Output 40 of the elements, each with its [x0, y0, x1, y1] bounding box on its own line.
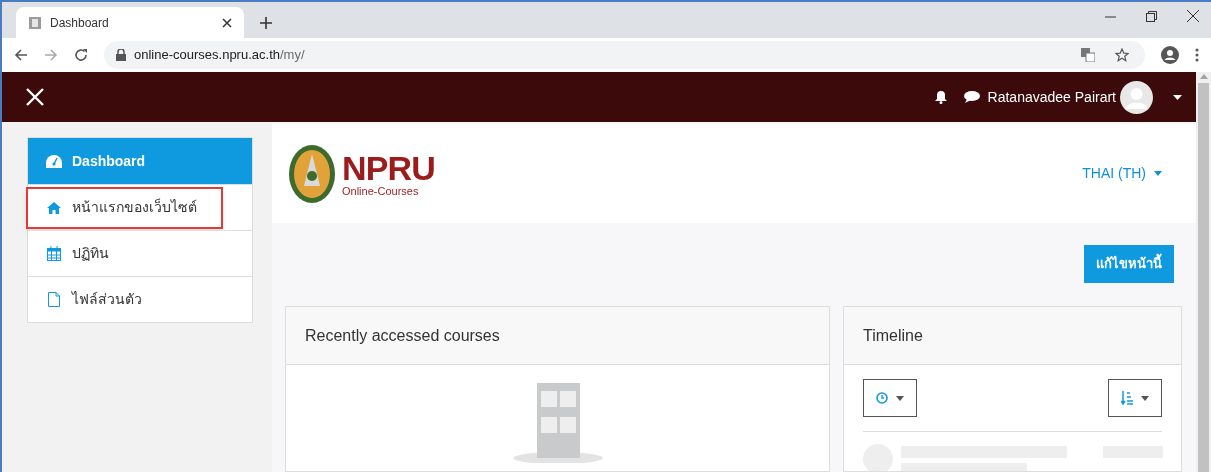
sidebar-item[interactable]: หน้าแรกของเว็บไซต์	[28, 184, 252, 230]
page-icon	[28, 15, 42, 30]
date-filter-dropdown[interactable]	[863, 379, 917, 417]
avatar-icon[interactable]	[1120, 80, 1153, 114]
back-arrow-icon[interactable]	[14, 48, 28, 62]
reload-icon[interactable]	[74, 48, 88, 62]
sort-dropdown[interactable]	[1108, 379, 1162, 417]
caret-icon	[1154, 171, 1162, 176]
caret-icon[interactable]	[1173, 94, 1182, 100]
profile-icon[interactable]	[1161, 46, 1179, 64]
logo-subtitle: Online-Courses	[342, 185, 420, 197]
address-bar[interactable]: online-courses.npru.ac.th/my/	[104, 41, 1145, 69]
user-name[interactable]: Ratanavadee Pairart	[987, 86, 1116, 108]
file-icon	[48, 292, 60, 307]
caret-icon	[1141, 395, 1149, 401]
close-icon[interactable]	[1187, 10, 1199, 22]
menu-icon[interactable]	[1195, 48, 1199, 62]
close-icon[interactable]	[222, 17, 232, 28]
gauge-icon	[46, 154, 62, 168]
new-tab-icon[interactable]	[260, 17, 272, 29]
scrollbar[interactable]	[1196, 72, 1211, 472]
restore-icon[interactable]	[1146, 10, 1157, 22]
home-icon	[47, 201, 61, 214]
university-seal-icon	[288, 143, 336, 204]
logo-title: NPRU	[342, 150, 435, 185]
card-title: Timeline	[863, 325, 923, 346]
chat-bubble-icon[interactable]	[963, 90, 980, 104]
clock-icon	[876, 392, 888, 404]
url-text: online-courses.npru.ac.th/my/	[134, 46, 306, 65]
card-title: Recently accessed courses	[305, 325, 500, 346]
tab-title: Dashboard	[50, 14, 110, 32]
lock-icon	[116, 49, 126, 61]
translate-icon[interactable]	[1081, 48, 1095, 62]
caret-icon	[896, 395, 904, 401]
bell-icon[interactable]	[933, 90, 948, 104]
browser-tab[interactable]: Dashboard	[16, 7, 244, 38]
star-icon[interactable]	[1115, 48, 1129, 62]
sort-icon	[1121, 391, 1133, 405]
calendar-icon	[47, 246, 61, 261]
language-menu[interactable]: THAI (TH)	[1082, 163, 1162, 184]
